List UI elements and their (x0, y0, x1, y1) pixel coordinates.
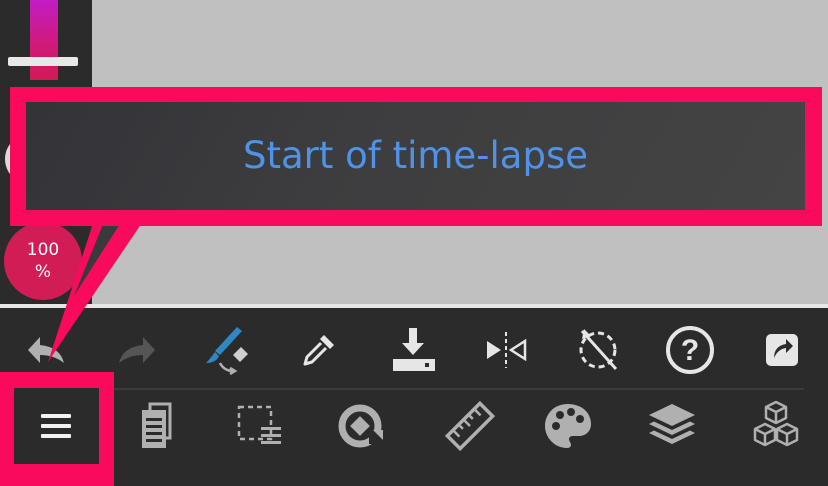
help-button[interactable]: ? (660, 326, 720, 374)
share-icon (766, 334, 798, 366)
mirror-icon (487, 332, 527, 368)
palette-button[interactable] (536, 400, 600, 452)
opacity-knob[interactable]: 100 % (4, 222, 82, 300)
color-slider[interactable] (30, 0, 58, 80)
download-button[interactable] (384, 326, 444, 374)
pages-icon (142, 402, 172, 448)
selection-icon (237, 405, 281, 444)
transform-button[interactable] (328, 400, 392, 452)
undo-icon (28, 337, 64, 363)
eyedropper-icon (303, 335, 334, 366)
svg-text:?: ? (681, 334, 699, 367)
brush-eraser-icon (206, 327, 248, 375)
toolbar-divider (100, 388, 804, 390)
opacity-unit: % (34, 262, 52, 282)
menu-button[interactable] (14, 388, 99, 464)
layers-button[interactable] (640, 400, 704, 452)
rotate-cancel-icon (579, 329, 618, 371)
redo-icon (119, 337, 155, 363)
ruler-button[interactable] (438, 400, 502, 452)
palette-icon (545, 404, 591, 448)
share-button[interactable] (752, 326, 812, 374)
bottom-toolbar: ? (0, 308, 828, 486)
ruler-icon (444, 400, 496, 452)
layers-icon (649, 404, 695, 444)
transform-icon (338, 404, 383, 448)
download-icon (393, 328, 435, 371)
brush-eraser-button[interactable] (198, 326, 258, 375)
redo-button[interactable] (107, 326, 167, 374)
materials-icon (753, 400, 799, 447)
selection-button[interactable] (228, 400, 292, 452)
tooltip-text: Start of time-lapse (243, 133, 588, 177)
pages-button[interactable] (124, 400, 188, 452)
rotate-cancel-button[interactable] (568, 326, 628, 374)
materials-button[interactable] (744, 400, 808, 452)
help-icon: ? (666, 326, 714, 374)
mirror-button[interactable] (476, 326, 536, 374)
undo-button[interactable] (16, 326, 76, 374)
app-screen: 100 % ? Start of time-lapse (0, 0, 828, 486)
eyedropper-button[interactable] (290, 326, 350, 374)
color-slider-handle[interactable] (8, 57, 78, 66)
opacity-value: 100 (26, 240, 60, 260)
menu-icon (40, 414, 71, 438)
